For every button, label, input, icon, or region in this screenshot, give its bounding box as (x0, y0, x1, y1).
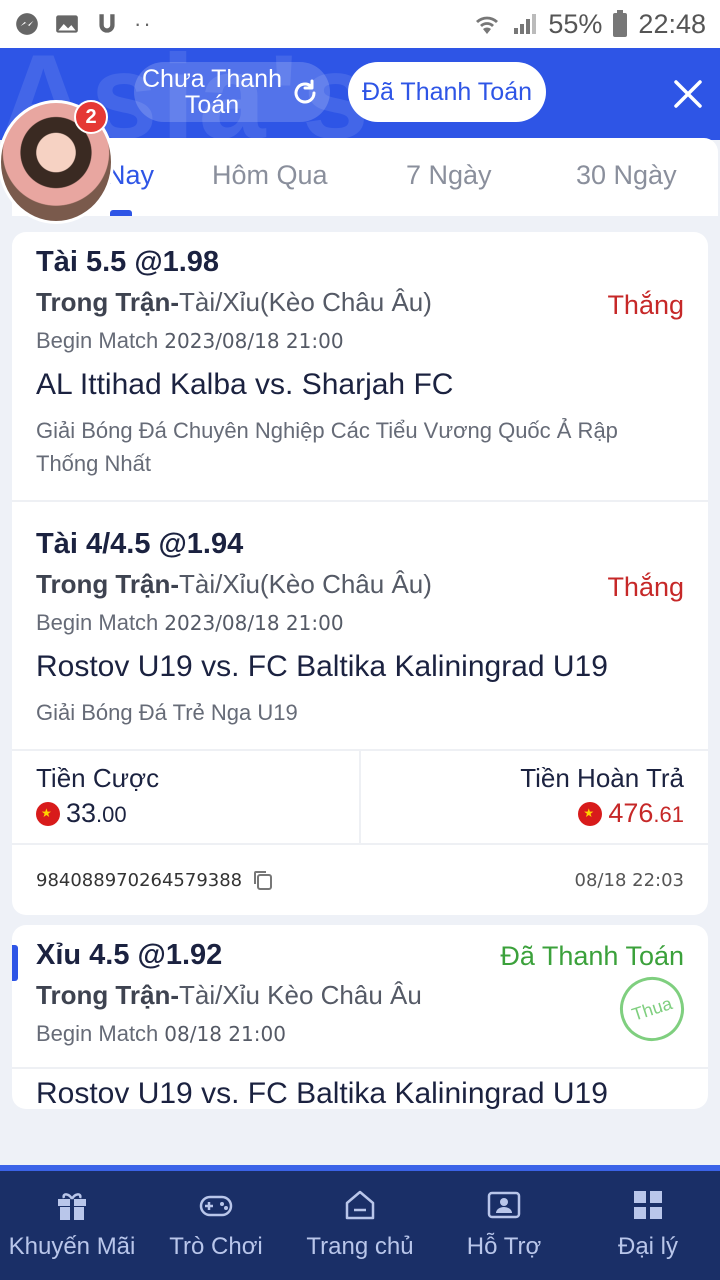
gamepad-icon (199, 1195, 233, 1217)
tab-30-days[interactable]: 30 Ngày (576, 160, 677, 191)
bet-type-name: Tài/Xỉu(Kèo Châu Âu) (179, 287, 432, 317)
nav-promotions[interactable]: Khuyến Mãi (0, 1171, 144, 1280)
nav-label: Hỗ Trợ (466, 1233, 542, 1260)
payout-block: Tiền Hoàn Trả 476.61 (359, 751, 708, 843)
payout-int: 476 (608, 798, 654, 828)
paid-status: Đã Thanh Toán (500, 941, 684, 971)
league-name: Giải Bóng Đá Trẻ Nga U19 (36, 700, 298, 725)
date-tabs: Nay Hôm Qua 7 Ngày 30 Ngày (12, 138, 718, 216)
battery-percent: 55% (548, 8, 603, 39)
nav-label: Trò Chơi (169, 1233, 263, 1260)
bet-item: Tài 5.5 @1.98 Trong Trận-Tài/Xỉu(Kèo Châ… (12, 232, 708, 502)
home-icon (345, 1190, 375, 1220)
tab-unpaid[interactable]: Chưa Thanh Toán (134, 62, 330, 122)
ticket-footer: 984088970264579388 08/18 22:03 (12, 845, 708, 915)
bet-type: Trong Trận-Tài/Xỉu(Kèo Châu Âu) (36, 569, 684, 600)
bet-type-prefix: Trong Trận- (36, 980, 179, 1010)
battery-icon (613, 10, 628, 37)
nav-label: Trang chủ (306, 1233, 414, 1260)
begin-match: Begin Match 2023/08/18 21:00 (36, 610, 684, 636)
bet-type: Trong Trận-Tài/Xỉu Kèo Châu Âu (36, 980, 684, 1011)
nav-agent[interactable]: Đại lý (576, 1171, 720, 1280)
vnd-coin-icon (578, 801, 603, 826)
bet-result: Thắng (607, 572, 684, 602)
paid-label: Đã Thanh Toán (361, 78, 533, 106)
ticket-time: 08/18 22:03 (574, 869, 684, 891)
payout-dec: .61 (653, 802, 684, 827)
bet-result: Thắng (607, 290, 684, 320)
payout-label: Tiền Hoàn Trả (520, 763, 684, 793)
nav-support[interactable]: Hỗ Trợ (432, 1171, 576, 1280)
match-name: Rostov U19 vs. FC Baltika Kaliningrad U1… (36, 650, 608, 683)
begin-label: Begin Match (36, 610, 159, 635)
bet-type-prefix: Trong Trận- (36, 569, 179, 599)
bet-title: Tài 4/4.5 @1.94 (36, 528, 244, 560)
nav-home[interactable]: Trang chủ (288, 1171, 432, 1280)
bottom-nav: Khuyến Mãi Trò Chơi Trang chủ Hỗ Trợ Đại… (0, 1165, 720, 1280)
u-app-icon (99, 14, 115, 33)
unpaid-label: Chưa Thanh Toán (142, 65, 282, 119)
stake-int: 33 (66, 798, 97, 828)
begin-time: 2023/08/18 21:00 (164, 611, 344, 635)
ticket-id: 984088970264579388 (36, 869, 243, 891)
bet-type-name: Tài/Xỉu(Kèo Châu Âu) (179, 569, 432, 599)
wifi-icon (476, 16, 499, 34)
bet-ticket-card[interactable]: Tài 5.5 @1.98 Trong Trận-Tài/Xỉu(Kèo Châ… (12, 232, 708, 915)
bet-type-name: Tài/Xỉu Kèo Châu Âu (179, 980, 422, 1010)
nav-label: Đại lý (617, 1233, 678, 1260)
avatar-badge: 2 (74, 100, 108, 134)
stake-value: 33.00 (36, 798, 127, 829)
league-name: Giải Bóng Đá Chuyên Nghiệp Các Tiểu Vươn… (36, 418, 618, 476)
stake-label: Tiền Cược (36, 763, 160, 793)
clock: 22:48 (638, 8, 706, 39)
nav-label: Khuyến Mãi (8, 1233, 136, 1260)
bet-title: Tài 5.5 @1.98 (36, 246, 220, 278)
payout-value: 476.61 (578, 798, 684, 829)
begin-label: Begin Match (36, 1021, 159, 1046)
refresh-icon[interactable] (290, 78, 320, 108)
begin-match: Begin Match 08/18 21:00 (36, 1021, 684, 1047)
begin-time: 08/18 21:00 (164, 1022, 286, 1046)
active-tab-indicator (110, 210, 132, 216)
more-notifications-icon: ·· (134, 11, 153, 36)
stake-block: Tiền Cược 33.00 (12, 751, 359, 843)
begin-label: Begin Match (36, 328, 159, 353)
support-icon (487, 1191, 521, 1219)
bet-list[interactable]: Tài 5.5 @1.98 Trong Trận-Tài/Xỉu(Kèo Châ… (12, 232, 708, 1130)
header-bar: Asia's No.1 Chưa Thanh Toán Đã Thanh Toá… (0, 48, 720, 140)
tab-7-days[interactable]: 7 Ngày (406, 160, 492, 191)
tab-yesterday[interactable]: Hôm Qua (212, 160, 328, 191)
gift-icon (58, 1193, 86, 1220)
bet-ticket-card[interactable]: Xỉu 4.5 @1.92 Trong Trận-Tài/Xỉu Kèo Châ… (12, 925, 708, 1109)
copy-icon[interactable] (252, 869, 274, 891)
nav-games[interactable]: Trò Chơi (144, 1171, 288, 1280)
tab-paid[interactable]: Đã Thanh Toán (348, 62, 546, 122)
messenger-icon (16, 13, 38, 35)
match-name: AL Ittihad Kalba vs. Sharjah FC (36, 368, 454, 401)
begin-match: Begin Match 2023/08/18 21:00 (36, 328, 684, 354)
stake-dec: .00 (96, 802, 127, 827)
gallery-icon (56, 15, 78, 33)
status-bar: ·· 55% 22:48 (0, 0, 720, 48)
begin-time: 2023/08/18 21:00 (164, 329, 344, 353)
signal-icon (514, 14, 537, 34)
agent-icon (634, 1191, 662, 1219)
vnd-coin-icon (36, 801, 60, 826)
match-name: Rostov U19 vs. FC Baltika Kaliningrad U1… (36, 1077, 608, 1109)
amounts-row: Tiền Cược 33.00 Tiền Hoàn Trả 476.61 (12, 751, 708, 845)
bet-type: Trong Trận-Tài/Xỉu(Kèo Châu Âu) (36, 287, 684, 318)
bet-item: Tài 4/4.5 @1.94 Trong Trận-Tài/Xỉu(Kèo C… (12, 502, 708, 751)
close-icon[interactable] (668, 74, 708, 114)
bet-type-prefix: Trong Trận- (36, 287, 179, 317)
